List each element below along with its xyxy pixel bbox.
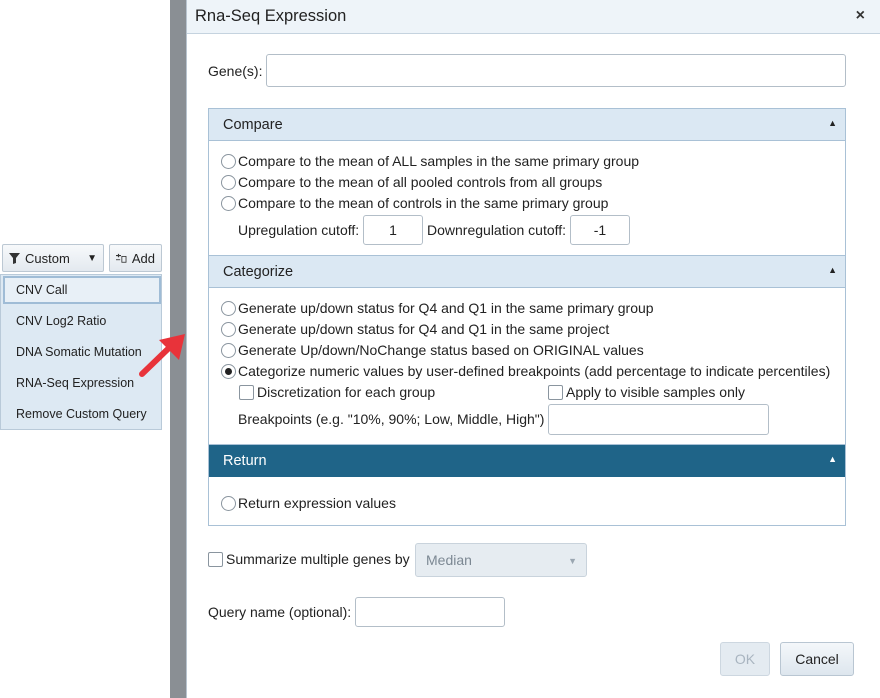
cancel-button[interactable]: Cancel <box>780 642 854 676</box>
option-label: Generate up/down status for Q4 and Q1 in… <box>238 300 654 316</box>
categorize-panel-title: Categorize <box>223 264 294 280</box>
return-expression-option[interactable]: Return expression values <box>221 494 396 512</box>
return-panel-title: Return <box>223 453 267 469</box>
radio-button[interactable] <box>221 195 236 211</box>
pointer-arrow-icon <box>139 334 185 377</box>
checkbox[interactable] <box>208 551 223 567</box>
option-label: Discretization for each group <box>257 384 436 400</box>
visible-samples-option[interactable]: Apply to visible samples only <box>548 383 745 401</box>
categorize-panel-header[interactable]: Categorize ▲ <box>209 256 845 288</box>
option-label: Categorize numeric values by user-define… <box>238 363 831 379</box>
radio-button[interactable] <box>221 321 236 337</box>
downregulation-label: Downregulation cutoff: <box>427 222 567 238</box>
compare-panel-header[interactable]: Compare ▲ <box>209 109 845 141</box>
summarize-option[interactable]: Summarize multiple genes by <box>208 550 410 568</box>
categorize-option-original-values[interactable]: Generate Up/down/NoChange status based o… <box>221 341 644 359</box>
compare-option-all-samples[interactable]: Compare to the mean of ALL samples in th… <box>221 152 639 170</box>
genes-label: Gene(s): <box>208 63 263 79</box>
compare-option-pooled-controls[interactable]: Compare to the mean of all pooled contro… <box>221 173 602 191</box>
breakpoints-input[interactable] <box>548 404 769 435</box>
summarize-select[interactable]: Median ▼ <box>415 543 587 577</box>
radio-button[interactable] <box>221 300 236 316</box>
categorize-option-same-project[interactable]: Generate up/down status for Q4 and Q1 in… <box>221 320 609 338</box>
collapse-icon[interactable]: ▲ <box>828 118 837 128</box>
downregulation-input[interactable] <box>570 215 630 245</box>
ok-button[interactable]: OK <box>720 642 770 676</box>
categorize-option-breakpoints[interactable]: Categorize numeric values by user-define… <box>221 362 830 380</box>
add-column-icon <box>116 253 127 263</box>
summarize-label: Summarize multiple genes by <box>226 551 410 567</box>
option-label: Apply to visible samples only <box>566 384 745 400</box>
discretization-option[interactable]: Discretization for each group <box>239 383 435 401</box>
rna-seq-dialog: Rna-Seq Expression × Gene(s): Compare ▲ … <box>186 0 880 698</box>
option-label: Compare to the mean of all pooled contro… <box>238 174 603 190</box>
chevron-down-icon: ▼ <box>87 252 97 264</box>
option-label: Generate Up/down/NoChange status based o… <box>238 342 644 358</box>
add-button[interactable]: Add <box>109 244 162 272</box>
option-label: Return expression values <box>238 495 396 511</box>
menu-item-remove-custom-query[interactable]: Remove Custom Query <box>3 400 161 428</box>
custom-button-label: Custom <box>25 250 70 266</box>
add-button-label: Add <box>131 250 155 266</box>
upregulation-label: Upregulation cutoff: <box>238 222 360 238</box>
radio-button[interactable] <box>221 153 236 169</box>
option-label: Compare to the mean of ALL samples in th… <box>238 153 640 169</box>
upregulation-input[interactable] <box>363 215 423 245</box>
collapse-icon[interactable]: ▲ <box>828 454 837 464</box>
dialog-header: Rna-Seq Expression × <box>187 0 880 34</box>
custom-button[interactable]: Custom ▼ <box>2 244 104 272</box>
menu-item-cnv-call[interactable]: CNV Call <box>3 276 161 304</box>
categorize-panel: Categorize ▲ Generate up/down status for… <box>208 255 846 445</box>
query-name-input[interactable] <box>355 597 505 627</box>
breakpoints-label: Breakpoints (e.g. "10%, 90%; Low, Middle… <box>238 411 545 427</box>
query-toolbar: Custom ▼ Add <box>0 242 162 274</box>
radio-button-selected[interactable] <box>221 363 236 379</box>
dialog-title: Rna-Seq Expression <box>195 7 347 25</box>
option-label: Generate up/down status for Q4 and Q1 in… <box>238 321 610 337</box>
compare-panel: Compare ▲ Compare to the mean of ALL sam… <box>208 108 846 256</box>
return-panel: Return ▲ Return expression values <box>208 444 846 526</box>
collapse-icon[interactable]: ▲ <box>828 265 837 275</box>
categorize-option-primary-group[interactable]: Generate up/down status for Q4 and Q1 in… <box>221 299 654 317</box>
option-label: Compare to the mean of controls in the s… <box>238 195 609 211</box>
radio-button[interactable] <box>221 342 236 358</box>
checkbox[interactable] <box>548 384 563 400</box>
summarize-select-value: Median <box>426 552 472 568</box>
checkbox[interactable] <box>239 384 254 400</box>
close-icon[interactable]: × <box>856 7 865 25</box>
genes-input[interactable] <box>266 54 846 87</box>
radio-button[interactable] <box>221 174 236 190</box>
radio-button[interactable] <box>221 495 236 511</box>
chevron-down-icon: ▼ <box>568 556 577 566</box>
query-name-label: Query name (optional): <box>208 604 352 620</box>
return-panel-header[interactable]: Return ▲ <box>209 445 845 477</box>
compare-option-controls-same-group[interactable]: Compare to the mean of controls in the s… <box>221 194 608 212</box>
filter-icon <box>9 252 20 264</box>
compare-panel-title: Compare <box>223 117 283 133</box>
